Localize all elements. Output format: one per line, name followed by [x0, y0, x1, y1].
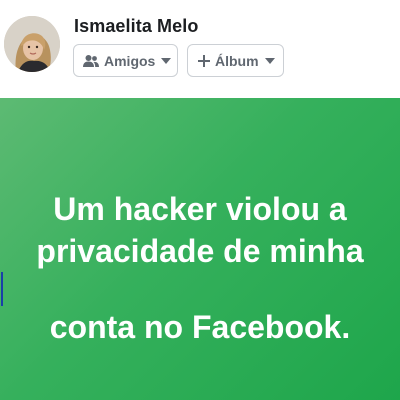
composer-header: Ismaelita Melo Amigos Álbum — [0, 0, 400, 98]
friends-icon — [83, 54, 99, 68]
avatar[interactable] — [4, 16, 60, 72]
post-text-line: conta no Facebook. — [49, 309, 351, 345]
post-text-line: privacidade de minha — [0, 230, 400, 306]
plus-icon — [198, 54, 210, 67]
caret-down-icon — [161, 57, 172, 64]
text-cursor — [1, 272, 3, 306]
audience-selector-label: Amigos — [104, 52, 156, 69]
caret-down-icon — [264, 57, 275, 64]
post-text-line-content: privacidade de minha — [36, 233, 364, 269]
album-selector-button[interactable]: Álbum — [187, 44, 284, 77]
audience-selector-button[interactable]: Amigos — [73, 44, 178, 77]
album-selector-label: Álbum — [215, 52, 259, 69]
profile-photo-icon — [4, 16, 60, 72]
post-composer-screen: Ismaelita Melo Amigos Álbum Um hacker vi… — [0, 0, 400, 400]
post-text-area[interactable]: Um hacker violou a privacidade de minha … — [0, 98, 400, 400]
user-name[interactable]: Ismaelita Melo — [74, 16, 198, 37]
post-text-line: Um hacker violou a — [53, 191, 347, 227]
post-text[interactable]: Um hacker violou a privacidade de minha … — [0, 188, 400, 348]
